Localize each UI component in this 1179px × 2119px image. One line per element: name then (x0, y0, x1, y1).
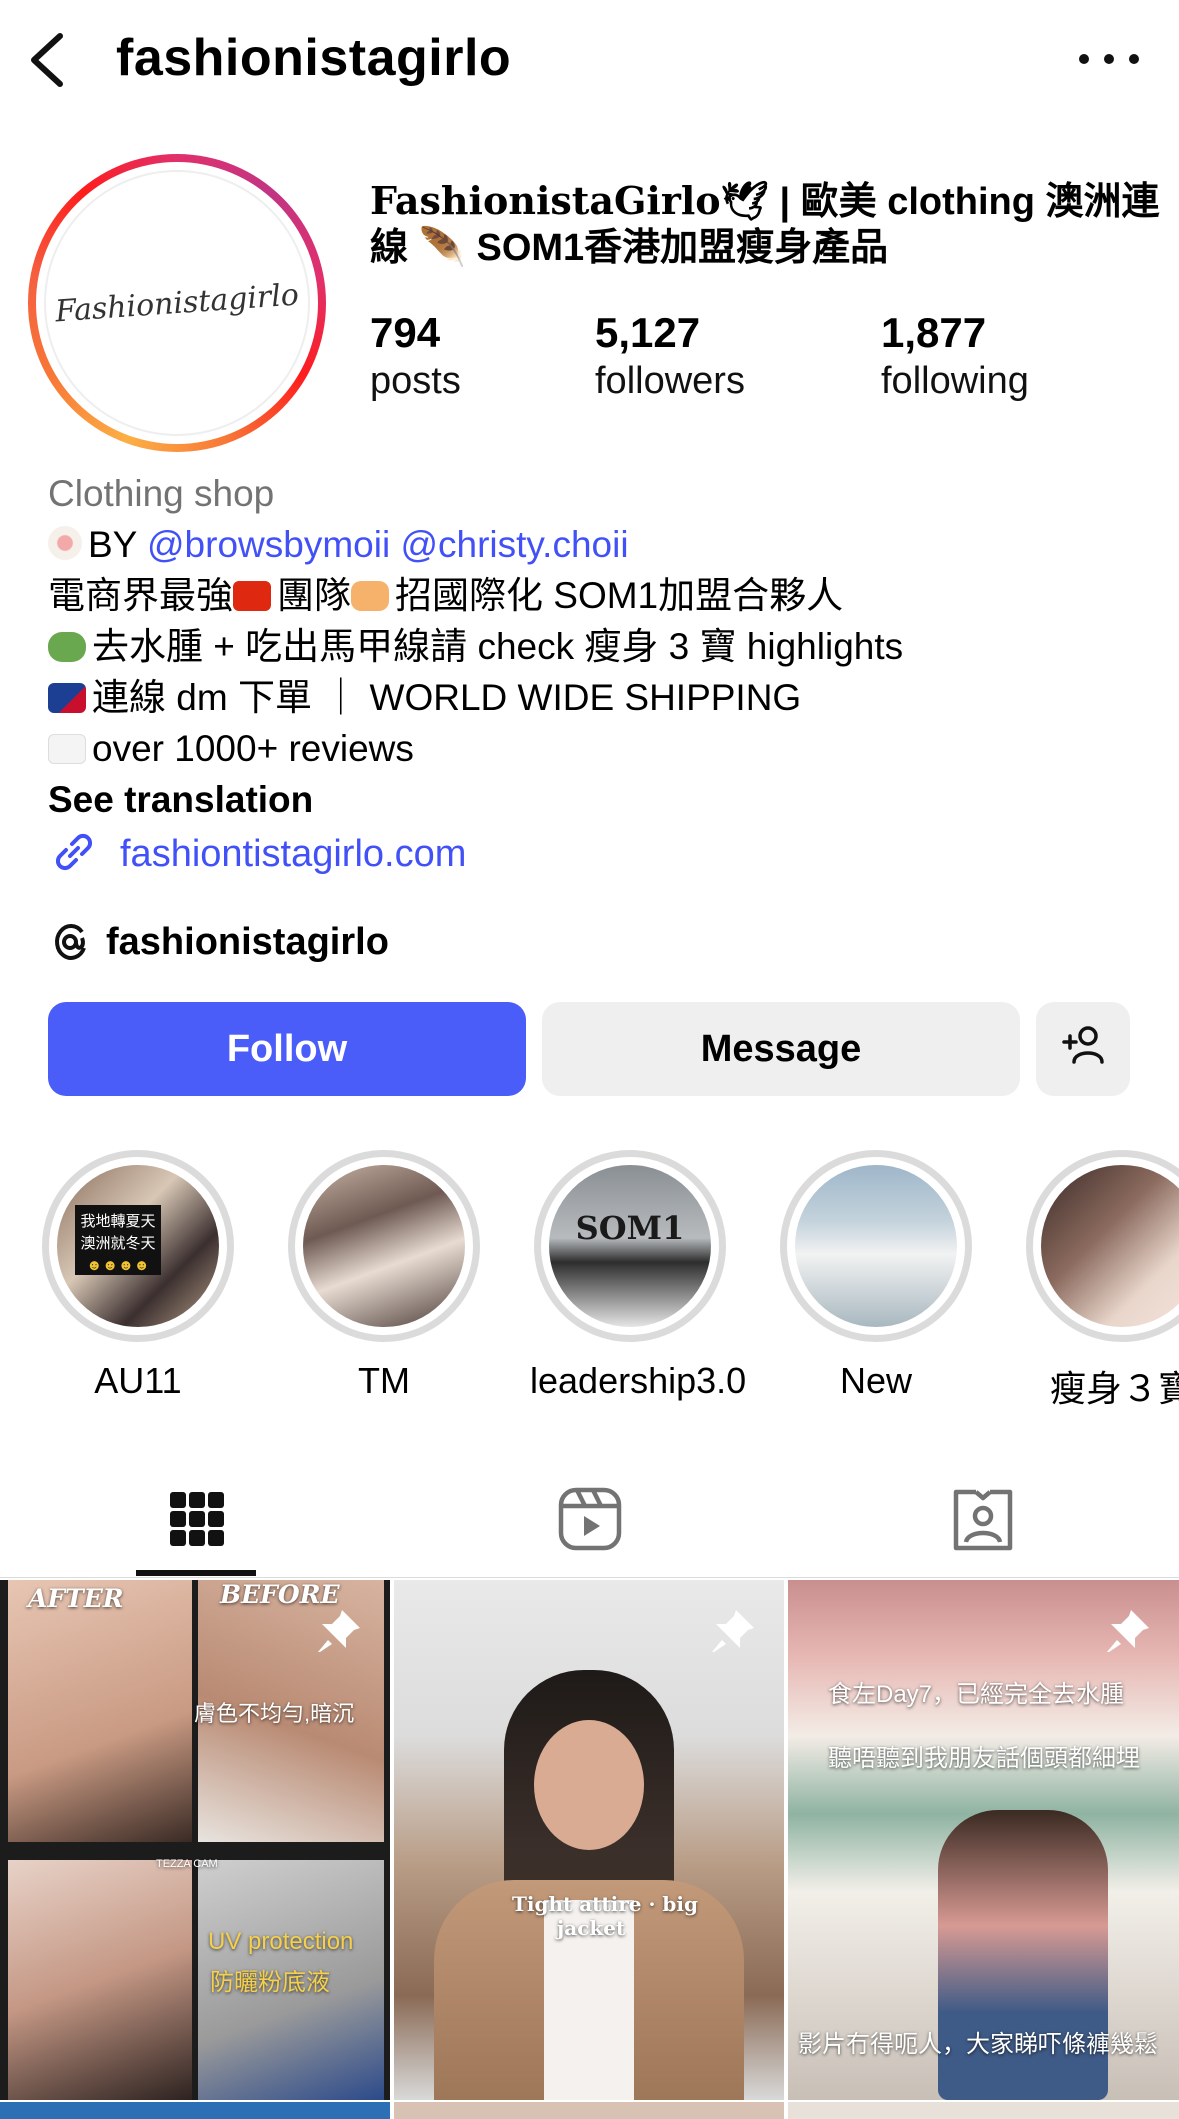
followers-stat[interactable]: 5,127 followers (595, 308, 745, 404)
post-overlay-text: 聽唔聽到我朋友話個頭都細埋 (828, 1745, 1140, 1772)
bio-line: 去水腫 + 吃出馬甲線請 check 瘦身 3 寶 highlights (48, 621, 1158, 672)
post-thumbnail[interactable]: AFTER BEFORE 膚色不均勻,暗沉 TEZZA CAM UV prote… (0, 1580, 390, 2100)
message-button[interactable]: Message (542, 1002, 1020, 1096)
suggested-accounts-button[interactable] (1036, 1002, 1130, 1096)
threads-icon (48, 918, 92, 967)
profile-stats: 794 posts 5,127 followers 1,877 followin… (370, 308, 1170, 408)
see-translation-link[interactable]: See translation (48, 774, 1158, 825)
post-thumbnail[interactable] (394, 2102, 784, 2119)
post-thumbnail[interactable]: 食左Day7，已經完全去水腫 聽唔聽到我朋友話個頭都細埋 影片冇得呃人，大家睇吓… (788, 1580, 1179, 2100)
profile-tabs (0, 1460, 1179, 1578)
mention-link[interactable]: @christy.choii (400, 524, 628, 565)
website-link[interactable]: fashiontistagirlo.com (48, 826, 466, 882)
cake-icon (48, 526, 82, 560)
profile-bio: Clothing shop BY @browsbymoii @christy.c… (48, 468, 1158, 825)
bio-line: 電商界最強 團隊 招國際化 SOM1加盟合夥人 (48, 575, 844, 616)
mention-link[interactable]: @browsbymoii (147, 524, 390, 565)
fist-icon (351, 581, 389, 611)
threads-link[interactable]: fashionistagirlo (48, 914, 389, 970)
post-overlay-text: 影片冇得呃人，大家睇吓條褲幾鬆 (798, 2031, 1158, 2058)
story-highlight[interactable]: SOM1 leadership3.0 (530, 1150, 747, 1402)
highlight-label: AU11 (94, 1360, 182, 1401)
avatar[interactable]: Fashionistagirlo (28, 154, 326, 452)
pin-icon (1101, 1604, 1155, 1658)
snake-icon (48, 632, 86, 662)
story-highlight[interactable]: 我地轉夏天 澳洲就冬天 ☻☻☻☻ AU11 (38, 1150, 238, 1402)
highlight-overlay-text: SOM1 (575, 1209, 685, 1247)
highlight-label: New (839, 1360, 913, 1401)
highlight-label: TM (358, 1360, 410, 1401)
post-thumbnail[interactable]: Tight attire · big jacket (394, 1580, 784, 2100)
tab-tagged[interactable] (786, 1460, 1179, 1578)
highlight-label: leadership3.0 (530, 1360, 747, 1401)
post-thumbnail[interactable] (788, 2102, 1179, 2119)
active-tab-indicator (136, 1570, 256, 1576)
link-icon (48, 826, 100, 883)
bio-line: 連線 dm 下單 ｜ WORLD WIDE SHIPPING (48, 672, 1158, 723)
top-bar: fashionistagirlo (0, 0, 1179, 120)
posts-grid: AFTER BEFORE 膚色不均勻,暗沉 TEZZA CAM UV prote… (0, 1580, 1179, 2119)
bio-line: over 1000+ reviews (48, 723, 1158, 774)
pin-icon (706, 1604, 760, 1658)
grid-icon (169, 1492, 224, 1546)
follow-button[interactable]: Follow (48, 1002, 526, 1096)
add-person-icon (1060, 1024, 1106, 1074)
story-highlight[interactable]: New (776, 1150, 976, 1402)
post-overlay-text: TEZZA CAM (156, 1858, 218, 1870)
profile-username: fashionistagirlo (116, 29, 512, 87)
post-overlay-text: 膚色不均勻,暗沉 (194, 1701, 355, 1726)
following-stat[interactable]: 1,877 following (881, 308, 1029, 404)
feather-icon: 🪶 (418, 227, 466, 269)
highlight-label: 瘦身３寶 (1049, 1368, 1179, 1409)
reels-icon (558, 1487, 621, 1551)
story-highlight[interactable]: TM (284, 1150, 484, 1402)
love-letter-icon (48, 734, 86, 764)
tab-reels[interactable] (393, 1460, 786, 1578)
category-label: Clothing shop (48, 473, 275, 514)
highlight-overlay-text: 我地轉夏天 澳洲就冬天 ☻☻☻☻ (75, 1205, 161, 1275)
post-overlay-text: 防曬粉底液 (210, 1969, 330, 1996)
avatar-logo-text: Fashionistagirlo (54, 277, 300, 329)
post-overlay-text: jacket (557, 1916, 626, 1940)
dove-icon: 🕊 (720, 181, 769, 223)
post-overlay-text: Tight attire · big (512, 1892, 698, 1916)
story-highlight[interactable]: 瘦身３寶 (1022, 1150, 1179, 1412)
pin-icon (312, 1604, 366, 1658)
australia-flag-icon (48, 683, 86, 713)
bio-line: BY @browsbymoii @christy.choii (48, 519, 1158, 570)
post-thumbnail[interactable] (0, 2102, 390, 2119)
tagged-icon (953, 1489, 1012, 1551)
tab-posts-grid[interactable] (0, 1460, 393, 1578)
post-overlay-text: 食左Day7，已經完全去水腫 (828, 1681, 1125, 1708)
hong-kong-flag-icon (233, 581, 271, 611)
profile-display-name: FashionistaGirlo🕊 | 歐美 clothing 澳洲連 線 🪶 … (370, 178, 1160, 269)
post-overlay-text: AFTER (28, 1584, 124, 1613)
back-arrow-icon[interactable] (22, 30, 72, 90)
post-overlay-text: UV protection (208, 1928, 354, 1955)
posts-stat[interactable]: 794 posts (370, 308, 461, 404)
more-options-icon[interactable] (1079, 44, 1139, 74)
